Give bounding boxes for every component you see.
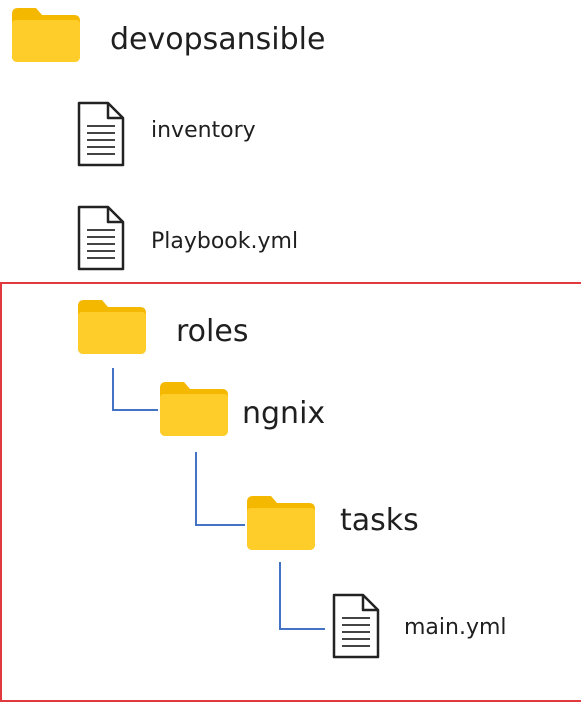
tasks-folder-label[interactable]: tasks — [340, 506, 419, 536]
tree-connector-line — [279, 562, 325, 630]
ngnix-folder-icon[interactable] — [158, 380, 230, 438]
playbook-file-label[interactable]: Playbook.yml — [151, 231, 298, 253]
root-folder-icon[interactable] — [10, 6, 82, 64]
roles-folder-icon[interactable] — [76, 298, 148, 356]
root-folder-label[interactable]: devopsansible — [110, 25, 325, 55]
inventory-document-icon[interactable] — [76, 100, 126, 168]
roles-folder-label[interactable]: roles — [176, 317, 248, 347]
tree-connector-line — [112, 368, 158, 411]
playbook-document-icon[interactable] — [76, 204, 126, 272]
tasks-folder-icon[interactable] — [245, 494, 317, 552]
inventory-file-label[interactable]: inventory — [151, 120, 256, 142]
main-yml-document-icon[interactable] — [331, 592, 381, 660]
main-yml-file-label[interactable]: main.yml — [404, 617, 507, 639]
tree-connector-line — [195, 452, 245, 526]
ngnix-folder-label[interactable]: ngnix — [242, 399, 325, 429]
